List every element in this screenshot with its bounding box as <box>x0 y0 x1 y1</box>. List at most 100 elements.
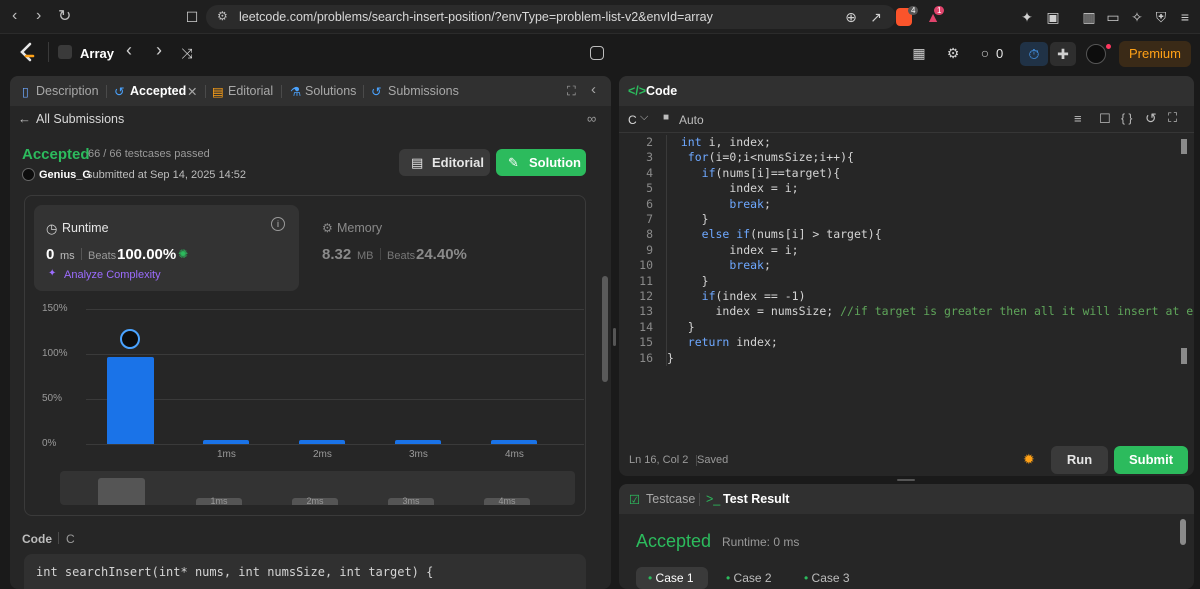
chevron-down-icon[interactable]: ⌵ <box>640 111 648 124</box>
reload-icon[interactable]: ↻ <box>58 6 71 26</box>
zoom-icon[interactable]: ⊕ <box>842 8 860 26</box>
bookmark-code-icon[interactable]: ☐ <box>1099 111 1111 127</box>
code-line: 5 index = i; <box>619 181 1179 197</box>
chart-x-tick: 1ms <box>217 449 236 460</box>
editor-toolbar: C ⌵ ■ Auto ≡ ☐ { } ↺ ⛶ <box>619 106 1194 133</box>
extensions-icon[interactable]: ✦ <box>1018 8 1036 26</box>
streak-count: 0 <box>996 46 1004 61</box>
problem-list-icon[interactable] <box>58 45 72 59</box>
prev-problem-icon[interactable]: ‹ <box>120 41 138 59</box>
problem-list-title[interactable]: Array <box>80 46 114 61</box>
avatar[interactable] <box>1086 44 1106 64</box>
timer-icon[interactable]: ⏱ <box>1020 42 1048 66</box>
leetcode-logo-icon[interactable] <box>18 42 38 64</box>
chart-x-tick: 2ms <box>313 449 332 460</box>
line-number: 16 <box>639 350 653 365</box>
code-text: int i, index; <box>680 135 771 149</box>
submit-button[interactable]: Submit <box>1114 446 1188 474</box>
streak-icon[interactable]: ○ <box>976 44 994 62</box>
minimap-label: 3ms <box>388 497 434 506</box>
chart-minimap[interactable]: 1ms 2ms 3ms 4ms <box>60 471 575 506</box>
divider <box>58 532 59 544</box>
case-tab[interactable]: • Case 3 <box>792 567 864 589</box>
chart-bar[interactable] <box>299 440 345 444</box>
chart-y-tick: 100% <box>42 348 68 359</box>
brave-badge: 4 <box>908 6 919 15</box>
vpn-icon[interactable]: ⛨ <box>1152 8 1170 26</box>
debug-bug-icon[interactable]: ✹ <box>1023 451 1035 468</box>
chart-gridline <box>86 309 584 310</box>
line-number: 11 <box>639 273 653 288</box>
minimap-label: 4ms <box>484 497 530 506</box>
editor-scrollbar-marker <box>1181 348 1187 364</box>
settings-icon[interactable]: ⚙ <box>944 44 962 62</box>
forward-icon[interactable]: › <box>36 7 41 25</box>
line-number: 6 <box>646 196 653 211</box>
language-select[interactable]: C <box>628 113 637 127</box>
code-line: 12 if(index == -1) <box>619 289 1179 305</box>
site-info-icon[interactable]: ⚙ <box>217 9 228 23</box>
case-status-dot: • <box>804 571 812 585</box>
code-line: 10 break; <box>619 258 1179 274</box>
browser-toolbar: ‹ › ↻ ☐ ⚙ leetcode.com/problems/search-i… <box>0 0 1200 34</box>
editor-title: Code <box>646 84 678 98</box>
bookmark-icon[interactable]: ☐ <box>183 8 201 26</box>
case-label: Case 2 <box>733 571 772 585</box>
code-line: 3 for(i=0;i<numsSize;i++){ <box>619 150 1179 166</box>
line-number: 8 <box>646 227 653 242</box>
chart-bar[interactable] <box>491 440 537 444</box>
case-label: Case 3 <box>811 571 850 585</box>
code-text: if(index == -1) <box>701 289 806 303</box>
checkbox-icon: ☑ <box>629 493 641 507</box>
result-runtime: Runtime: 0 ms <box>722 535 800 549</box>
chart-bar[interactable] <box>106 356 154 444</box>
line-number: 13 <box>639 304 653 319</box>
code-editor[interactable]: 2 int i, index; 3 for(i=0;i<numsSize;i++){4… <box>619 135 1194 385</box>
case-tab[interactable]: • Case 1 <box>636 567 708 589</box>
tab-test-result[interactable]: Test Result <box>723 492 789 506</box>
add-collaborator-icon[interactable]: ✚ <box>1050 42 1076 66</box>
vertical-splitter-handle[interactable] <box>613 328 616 346</box>
leo-ai-icon[interactable]: ✧ <box>1128 8 1146 26</box>
line-number: 15 <box>639 335 653 350</box>
horizontal-splitter-handle[interactable] <box>897 479 915 481</box>
chart-bar[interactable] <box>203 440 249 444</box>
code-section-label: Code <box>22 532 52 546</box>
line-number: 12 <box>639 289 653 303</box>
screenshot-icon[interactable]: ▣ <box>1044 8 1062 26</box>
reset-icon[interactable]: ↺ <box>1145 110 1157 127</box>
menu-icon[interactable]: ≡ <box>1176 8 1194 26</box>
chart-bar[interactable] <box>395 440 441 444</box>
line-number: 7 <box>646 212 653 226</box>
chart-gridline <box>86 354 584 355</box>
code-text: } <box>701 273 709 288</box>
code-line: 14} <box>619 320 1179 336</box>
notes-icon[interactable] <box>590 46 604 60</box>
editor-header: </> Code <box>619 76 1194 106</box>
line-number: 4 <box>646 165 653 180</box>
code-first-line: int searchInsert(int* nums, int numsSize… <box>36 565 434 579</box>
sidebar-icon[interactable]: ▥ <box>1080 8 1098 26</box>
share-icon[interactable]: ↗ <box>867 8 885 26</box>
auto-mode-label[interactable]: Auto <box>679 113 704 127</box>
left-scrollbar[interactable] <box>602 276 608 382</box>
result-scrollbar[interactable] <box>1180 519 1186 545</box>
wallet-icon[interactable]: ▭ <box>1104 8 1122 26</box>
back-icon[interactable]: ‹ <box>12 7 17 25</box>
fullscreen-icon[interactable]: ⛶ <box>1168 110 1177 126</box>
braces-icon[interactable]: { } <box>1121 111 1132 125</box>
submitted-code-block[interactable]: int searchInsert(int* nums, int numsSize… <box>24 554 586 589</box>
shuffle-icon[interactable]: ⤨ <box>178 44 196 62</box>
chart-gridline <box>86 399 584 400</box>
run-button[interactable]: Run <box>1051 446 1108 474</box>
next-problem-icon[interactable]: › <box>150 41 168 59</box>
format-icon[interactable]: ≡ <box>1074 111 1082 126</box>
code-text: } <box>701 212 709 226</box>
case-tab[interactable]: • Case 2 <box>714 567 786 589</box>
layout-icon[interactable]: ▦ <box>910 44 928 62</box>
editor-scrollbar[interactable] <box>1181 139 1187 154</box>
address-bar[interactable]: ⚙ leetcode.com/problems/search-insert-po… <box>206 5 896 29</box>
code-line: 2 int i, index; <box>619 135 1179 151</box>
tab-testcase[interactable]: Testcase <box>646 492 695 506</box>
premium-button[interactable]: Premium <box>1119 41 1191 67</box>
